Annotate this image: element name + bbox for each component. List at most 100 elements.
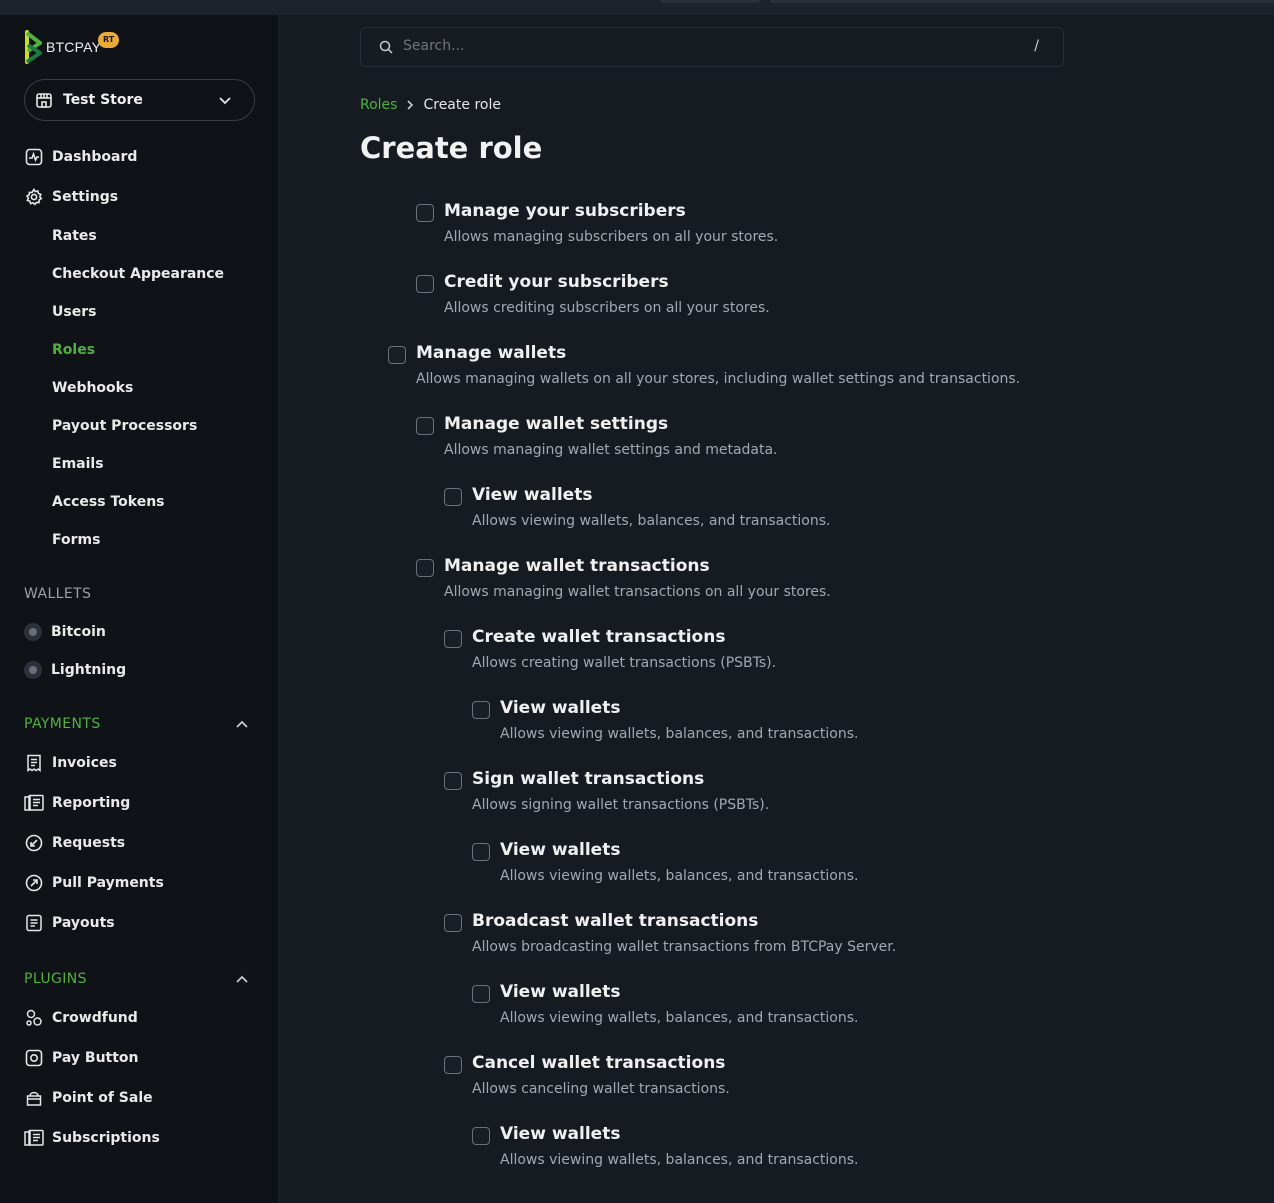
payouts-icon	[24, 913, 44, 933]
wallet-status-icon	[24, 623, 42, 641]
settings-item-emails[interactable]: Emails	[52, 454, 104, 474]
invoice-icon	[24, 753, 44, 773]
nav-settings[interactable]: Settings	[24, 186, 118, 208]
permission-title[interactable]: View wallets	[500, 1124, 620, 1144]
nav-point-of-sale[interactable]: Point of Sale	[24, 1087, 153, 1109]
permission-description: Allows viewing wallets, balances, and tr…	[500, 1010, 859, 1026]
store-icon	[36, 93, 52, 108]
permission-checkbox[interactable]	[472, 843, 490, 861]
nav-pay-button-label: Pay Button	[52, 1050, 139, 1066]
permission-title[interactable]: View wallets	[500, 840, 620, 860]
nav-subscriptions[interactable]: Subscriptions	[24, 1127, 160, 1149]
permission-title[interactable]: View wallets	[500, 698, 620, 718]
top-tab-right	[770, 0, 1274, 3]
wallet-status-icon	[24, 661, 42, 679]
permission-checkbox[interactable]	[416, 559, 434, 577]
settings-item-access-tokens[interactable]: Access Tokens	[52, 492, 165, 512]
settings-item-forms[interactable]: Forms	[52, 530, 100, 550]
permission-checkbox[interactable]	[416, 204, 434, 222]
permission-checkbox[interactable]	[472, 1127, 490, 1145]
store-selector[interactable]: Test Store	[24, 79, 255, 121]
environment-badge: RT	[98, 32, 120, 48]
dashboard-icon	[24, 147, 44, 167]
chevron-up-icon[interactable]	[234, 971, 250, 987]
shopping-bag-icon	[24, 1088, 44, 1108]
breadcrumb: Roles Create role	[360, 97, 501, 113]
permission-description: Allows signing wallet transactions (PSBT…	[472, 797, 770, 813]
settings-item-roles[interactable]: Roles	[52, 340, 95, 360]
permission-description: Allows viewing wallets, balances, and tr…	[500, 726, 859, 742]
permission-checkbox[interactable]	[416, 417, 434, 435]
nav-subscriptions-label: Subscriptions	[52, 1130, 160, 1146]
permission-checkbox[interactable]	[416, 275, 434, 293]
permission-description: Allows crediting subscribers on all your…	[444, 300, 770, 316]
nav-crowdfund-label: Crowdfund	[52, 1010, 138, 1026]
nav-pull-payments-label: Pull Payments	[52, 875, 164, 891]
permission-checkbox[interactable]	[472, 701, 490, 719]
breadcrumb-roles-link[interactable]: Roles	[360, 97, 397, 113]
nav-requests[interactable]: Requests	[24, 832, 125, 854]
payments-heading[interactable]: PAYMENTS	[24, 714, 101, 734]
plugins-heading[interactable]: PLUGINS	[24, 969, 87, 989]
search-input[interactable]	[403, 38, 1003, 54]
permission-checkbox[interactable]	[472, 985, 490, 1003]
permission-checkbox[interactable]	[444, 630, 462, 648]
permission-checkbox[interactable]	[444, 1056, 462, 1074]
wallet-bitcoin[interactable]: Bitcoin	[24, 622, 106, 642]
nav-reporting[interactable]: Reporting	[24, 792, 130, 814]
settings-item-checkout-appearance[interactable]: Checkout Appearance	[52, 264, 224, 284]
settings-item-webhooks[interactable]: Webhooks	[52, 378, 133, 398]
main-content: / Roles Create role Create role Manage y…	[280, 15, 1274, 1203]
nav-crowdfund[interactable]: Crowdfund	[24, 1007, 138, 1029]
arrow-down-left-circle-icon	[24, 833, 44, 853]
wallets-heading: WALLETS	[24, 586, 92, 602]
permission-description: Allows broadcasting wallet transactions …	[472, 939, 897, 955]
permission-description: Allows viewing wallets, balances, and tr…	[500, 1152, 859, 1168]
permission-title[interactable]: Create wallet transactions	[472, 627, 725, 647]
wallet-lightning[interactable]: Lightning	[24, 660, 126, 680]
permission-title[interactable]: Broadcast wallet transactions	[472, 911, 758, 931]
nav-payouts-label: Payouts	[52, 915, 115, 931]
page-title: Create role	[360, 131, 543, 165]
settings-item-rates[interactable]: Rates	[52, 226, 97, 246]
sidebar: BTCPAY RT Test Store Dashboard Settings …	[0, 15, 279, 1203]
search-bar[interactable]: /	[360, 27, 1064, 67]
permission-description: Allows creating wallet transactions (PSB…	[472, 655, 777, 671]
nav-invoices[interactable]: Invoices	[24, 752, 117, 774]
nav-pull-payments[interactable]: Pull Payments	[24, 872, 164, 894]
permission-title[interactable]: View wallets	[472, 485, 592, 505]
brand-name: BTCPAY	[46, 39, 102, 55]
permission-description: Allows managing subscribers on all your …	[444, 229, 779, 245]
gear-icon	[24, 187, 44, 207]
permission-title[interactable]: View wallets	[500, 982, 620, 1002]
nav-payouts[interactable]: Payouts	[24, 912, 115, 934]
settings-item-payout-processors[interactable]: Payout Processors	[52, 416, 197, 436]
nav-pay-button[interactable]: Pay Button	[24, 1047, 139, 1069]
permission-title[interactable]: Manage your subscribers	[444, 201, 686, 221]
nav-invoices-label: Invoices	[52, 755, 117, 771]
permission-description: Allows canceling wallet transactions.	[472, 1081, 730, 1097]
permission-title[interactable]: Sign wallet transactions	[472, 769, 704, 789]
permission-checkbox[interactable]	[444, 914, 462, 932]
breadcrumb-current: Create role	[423, 97, 501, 113]
permission-title[interactable]: Manage wallet settings	[444, 414, 668, 434]
nav-dashboard[interactable]: Dashboard	[24, 146, 137, 168]
brand-logo[interactable]: BTCPAY RT	[24, 30, 120, 64]
permission-title[interactable]: Credit your subscribers	[444, 272, 669, 292]
permission-title[interactable]: Cancel wallet transactions	[472, 1053, 725, 1073]
settings-item-users[interactable]: Users	[52, 302, 96, 322]
permission-title[interactable]: Manage wallets	[416, 343, 566, 363]
wallet-bitcoin-label: Bitcoin	[51, 624, 106, 640]
permission-title[interactable]: Manage wallet transactions	[444, 556, 710, 576]
permission-checkbox[interactable]	[444, 772, 462, 790]
nav-reporting-label: Reporting	[52, 795, 131, 811]
permission-description: Allows managing wallets on all your stor…	[416, 371, 1021, 387]
permission-checkbox[interactable]	[388, 346, 406, 364]
wallet-lightning-label: Lightning	[51, 662, 127, 678]
permission-description: Allows viewing wallets, balances, and tr…	[472, 513, 831, 529]
top-tab-left	[660, 0, 760, 3]
permission-checkbox[interactable]	[444, 488, 462, 506]
chevron-up-icon[interactable]	[234, 716, 250, 732]
nav-point-of-sale-label: Point of Sale	[52, 1090, 153, 1106]
chevron-down-icon	[219, 97, 231, 105]
